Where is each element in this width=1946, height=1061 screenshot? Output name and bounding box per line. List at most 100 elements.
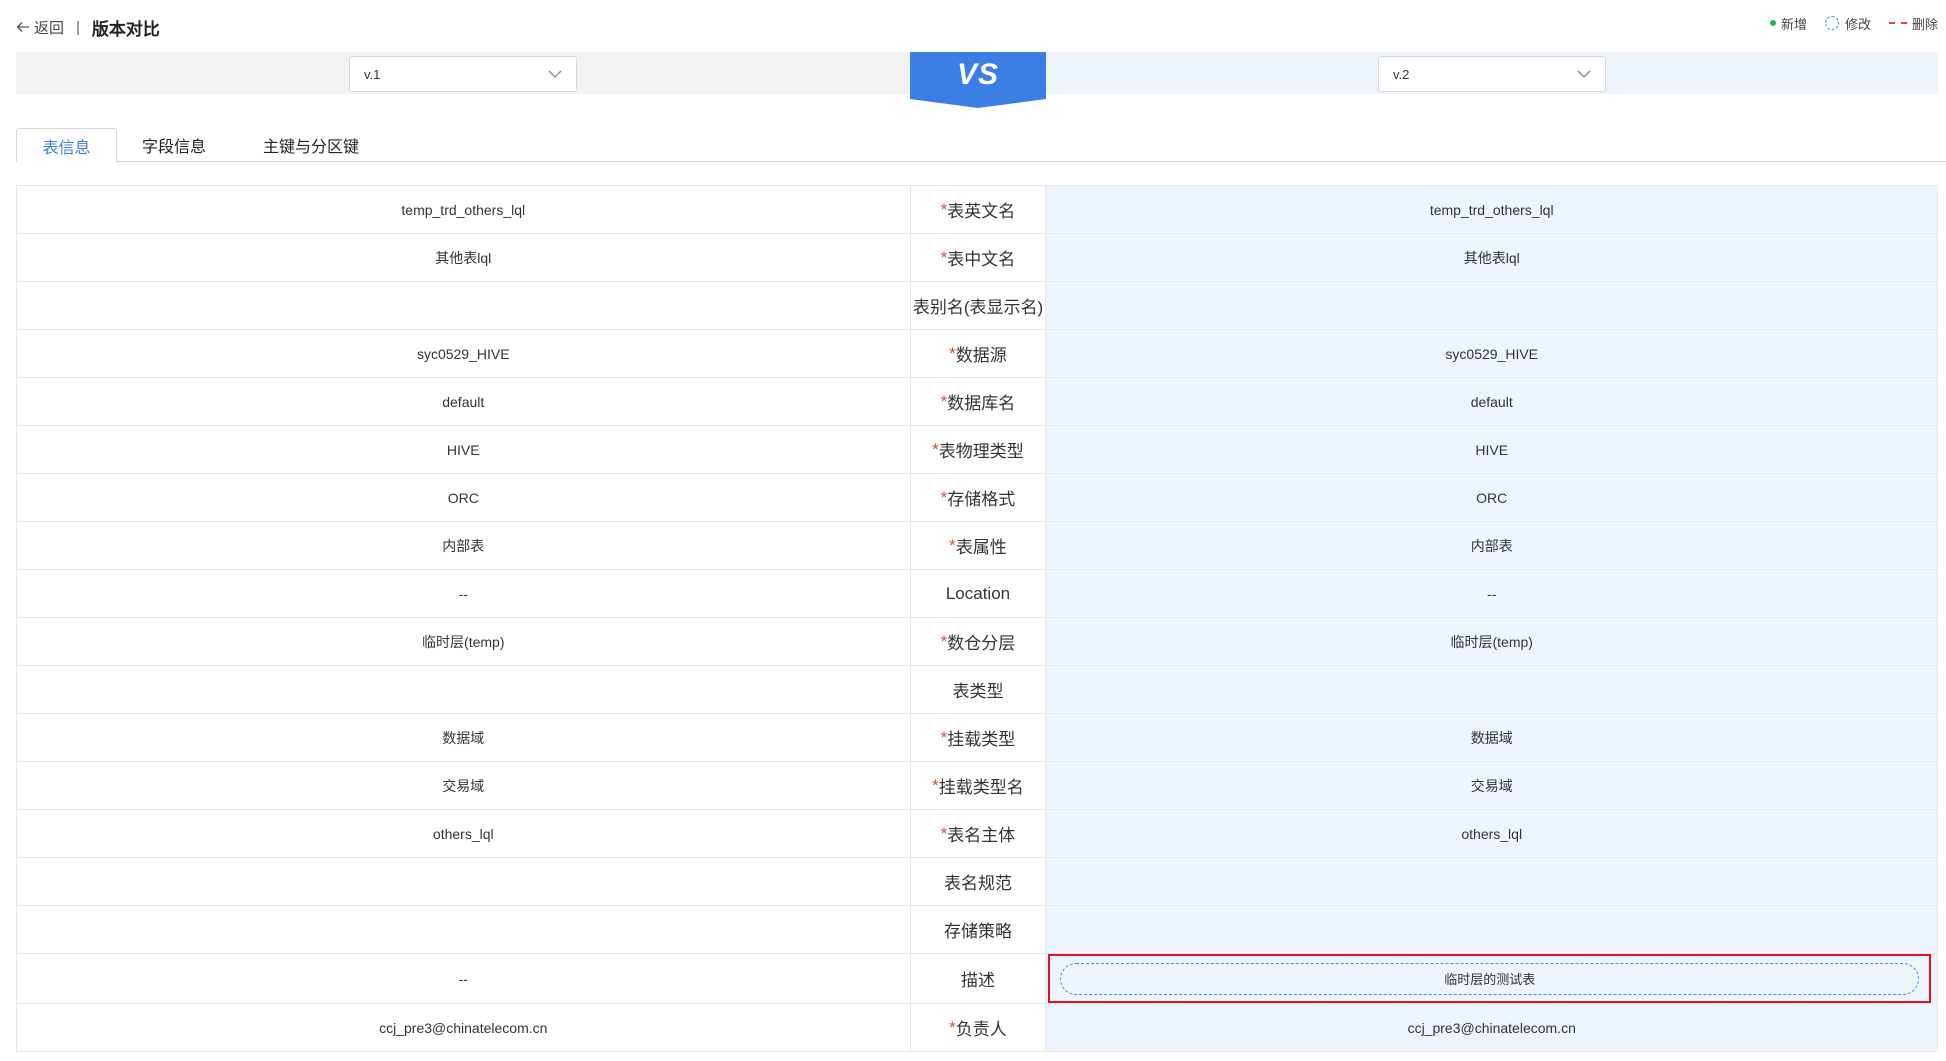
table-row: ccj_pre3@chinatelecom.cn * 负责人 ccj_pre3@chi… bbox=[17, 1004, 1938, 1052]
field-label: 数据源 bbox=[955, 346, 1007, 365]
right-value-cell: temp_trd_others_lql bbox=[1046, 186, 1938, 233]
left-value-cell: default bbox=[17, 378, 911, 425]
field-label-cell: 描述 bbox=[910, 954, 1047, 1003]
field-label-cell: * 数据库名 bbox=[910, 378, 1047, 425]
right-value-cell: default bbox=[1046, 378, 1938, 425]
left-value-cell: 临时层(temp) bbox=[17, 618, 911, 665]
legend-deleted-label: 删除 bbox=[1911, 16, 1938, 32]
left-version-value: v.1 bbox=[364, 66, 381, 82]
version-bar: v.1 VS v.2 bbox=[16, 52, 1938, 108]
tab-bar: 表信息 字段信息 主键与分区键 bbox=[16, 128, 1946, 163]
table-row: ORC * 存储格式 ORC bbox=[17, 474, 1938, 522]
right-value-cell: ccj_pre3@chinatelecom.cn bbox=[1046, 1004, 1938, 1051]
table-row: 表别名(表显示名) bbox=[17, 282, 1938, 330]
field-label: 表属性 bbox=[955, 538, 1007, 557]
field-label: 表名主体 bbox=[947, 826, 1016, 845]
required-asterisk: * bbox=[940, 247, 948, 267]
field-label-cell: * 表属性 bbox=[910, 522, 1047, 569]
table-row: default * 数据库名 default bbox=[17, 378, 1938, 426]
tab-primary-partition-keys[interactable]: 主键与分区键 bbox=[231, 128, 391, 162]
field-label: 表别名(表显示名) bbox=[912, 298, 1044, 317]
right-value-cell bbox=[1046, 282, 1938, 329]
back-label: 返回 bbox=[34, 19, 65, 37]
vs-badge: VS bbox=[910, 52, 1046, 108]
left-value-cell: others_lql bbox=[17, 810, 911, 857]
page-header: 返回 | 版本对比 bbox=[16, 14, 160, 40]
left-value-cell: HIVE bbox=[17, 426, 911, 473]
field-label: 数仓分层 bbox=[947, 634, 1016, 653]
field-label-cell: * 挂载类型 bbox=[910, 714, 1047, 761]
left-value-cell: ccj_pre3@chinatelecom.cn bbox=[17, 1004, 911, 1051]
required-asterisk: * bbox=[949, 343, 956, 363]
table-row: 数据域 * 挂载类型 数据域 bbox=[17, 714, 1938, 762]
vs-label: VS bbox=[956, 58, 1000, 91]
arrow-left-icon bbox=[16, 22, 29, 32]
left-value-cell: -- bbox=[17, 570, 911, 617]
table-row: -- 描述 临时层的测试表 bbox=[17, 954, 1938, 1004]
table-row: 交易域 * 挂载类型名 交易域 bbox=[17, 762, 1938, 810]
required-asterisk: * bbox=[932, 775, 939, 795]
left-value-cell: syc0529_HIVE bbox=[17, 330, 911, 377]
right-value-cell bbox=[1046, 906, 1938, 953]
tab-field-info[interactable]: 字段信息 bbox=[117, 128, 231, 162]
left-value-cell bbox=[17, 666, 911, 713]
field-label: 挂载类型名 bbox=[938, 778, 1024, 797]
field-label-cell: 表别名(表显示名) bbox=[910, 282, 1047, 329]
field-label-cell: * 存储格式 bbox=[910, 474, 1047, 521]
field-label: 表英文名 bbox=[947, 202, 1016, 221]
legend-modified: 修改 bbox=[1824, 14, 1871, 33]
field-label: 数据库名 bbox=[947, 394, 1016, 413]
field-label-cell: * 负责人 bbox=[910, 1004, 1047, 1051]
table-row: 临时层(temp) * 数仓分层 临时层(temp) bbox=[17, 618, 1938, 666]
right-value-cell: 数据域 bbox=[1046, 714, 1938, 761]
right-value-cell: 临时层(temp) bbox=[1046, 618, 1938, 665]
field-label-cell: * 表英文名 bbox=[910, 186, 1047, 233]
right-value-cell: HIVE bbox=[1046, 426, 1938, 473]
left-value-cell bbox=[17, 906, 911, 953]
required-asterisk: * bbox=[949, 535, 956, 555]
left-value-cell: temp_trd_others_lql bbox=[17, 186, 911, 233]
field-label-cell: * 数据源 bbox=[910, 330, 1047, 377]
chevron-down-icon bbox=[1577, 70, 1591, 78]
table-row: 表名规范 bbox=[17, 858, 1938, 906]
back-button[interactable]: 返回 bbox=[16, 17, 64, 38]
field-label: 挂载类型 bbox=[947, 730, 1016, 749]
field-label: 负责人 bbox=[955, 1020, 1007, 1039]
right-value-cell: 内部表 bbox=[1046, 522, 1938, 569]
field-label: 表物理类型 bbox=[938, 442, 1024, 461]
deleted-dash-icon bbox=[1888, 22, 1907, 24]
required-asterisk: * bbox=[940, 391, 948, 411]
field-label: 表中文名 bbox=[947, 250, 1016, 269]
left-value-cell: 内部表 bbox=[17, 522, 911, 569]
right-value-cell: 交易域 bbox=[1046, 762, 1938, 809]
field-label-cell: * 表物理类型 bbox=[910, 426, 1047, 473]
table-row: 其他表lql * 表中文名 其他表lql bbox=[17, 234, 1938, 282]
right-value-cell bbox=[1046, 858, 1938, 905]
field-label-cell: * 表名主体 bbox=[910, 810, 1047, 857]
field-label-cell: Location bbox=[910, 570, 1047, 617]
right-value-cell: -- bbox=[1046, 570, 1938, 617]
required-asterisk: * bbox=[940, 727, 948, 747]
left-value-cell bbox=[17, 282, 911, 329]
right-version-select[interactable]: v.2 bbox=[1378, 56, 1606, 92]
field-label-cell: * 数仓分层 bbox=[910, 618, 1047, 665]
table-row: others_lql * 表名主体 others_lql bbox=[17, 810, 1938, 858]
diff-legend: 新增 修改 删除 bbox=[1752, 14, 1938, 32]
table-row: 存储策略 bbox=[17, 906, 1938, 954]
field-label-cell: 存储策略 bbox=[910, 906, 1047, 953]
field-label-cell: * 挂载类型名 bbox=[910, 762, 1047, 809]
modified-circle-icon bbox=[1824, 16, 1839, 30]
field-label-cell: 表名规范 bbox=[910, 858, 1047, 905]
page-title: 版本对比 bbox=[91, 19, 160, 39]
table-row: -- Location -- bbox=[17, 570, 1938, 618]
right-version-value: v.2 bbox=[1393, 66, 1410, 82]
left-value-cell: 数据域 bbox=[17, 714, 911, 761]
field-label-cell: 表类型 bbox=[910, 666, 1047, 713]
chevron-down-icon bbox=[548, 70, 562, 78]
field-label: Location bbox=[945, 583, 1011, 603]
left-version-select[interactable]: v.1 bbox=[349, 56, 577, 92]
tab-table-info[interactable]: 表信息 bbox=[16, 128, 117, 163]
added-dot-icon bbox=[1769, 20, 1776, 26]
field-label: 表类型 bbox=[952, 682, 1004, 701]
modified-value: 临时层的测试表 bbox=[1060, 962, 1919, 995]
